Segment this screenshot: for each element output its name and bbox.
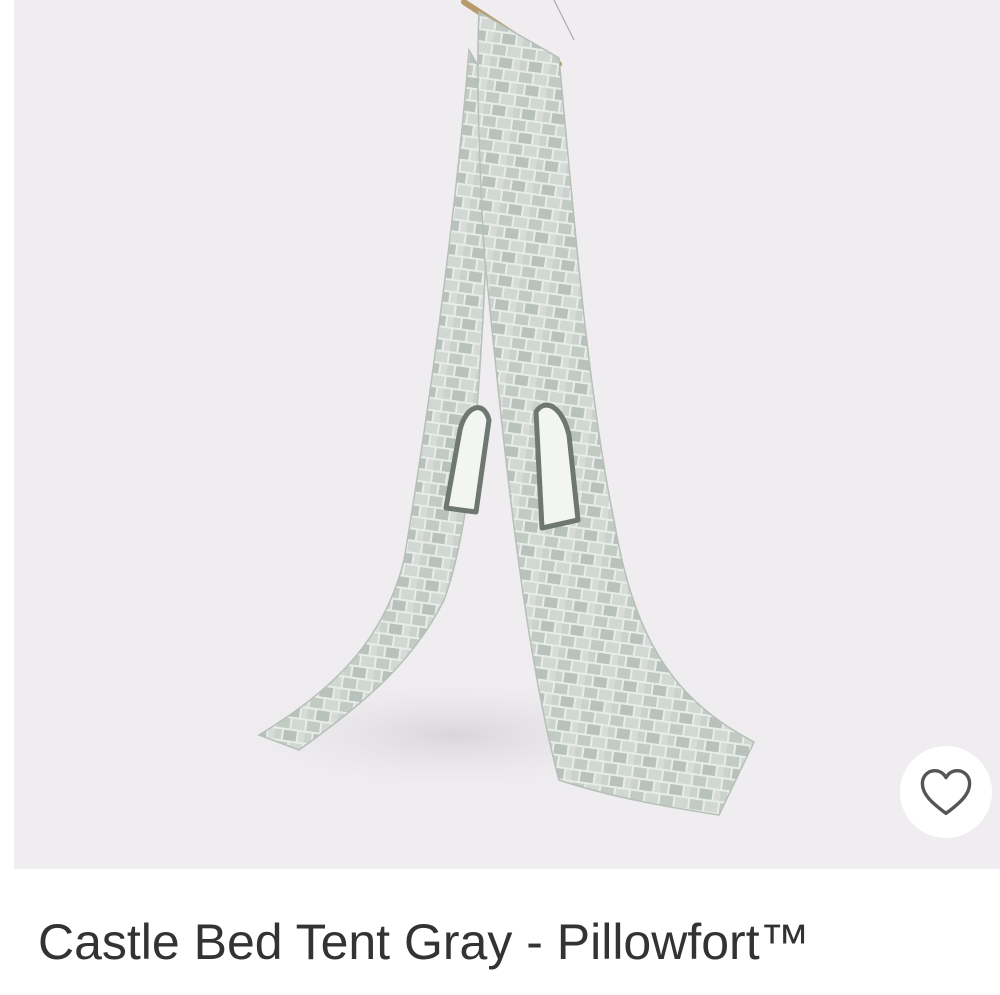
product-title[interactable]: Castle Bed Tent Gray - Pillowfort™ [38, 908, 810, 976]
heart-outline-icon [920, 768, 972, 816]
product-image-area[interactable] [14, 0, 1000, 869]
product-image [204, 0, 755, 816]
favorite-button[interactable] [900, 746, 992, 838]
